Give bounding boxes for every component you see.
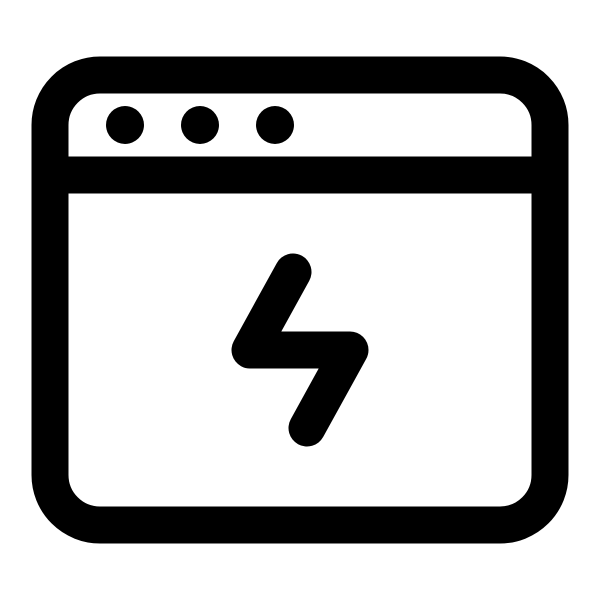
lightning-bolt-icon xyxy=(231,253,369,447)
window-dot-icon xyxy=(181,106,219,144)
window-dot-icon xyxy=(256,106,294,144)
window-controls xyxy=(106,106,294,144)
window-dot-icon xyxy=(106,106,144,144)
icon-canvas xyxy=(0,0,600,600)
browser-window-lightning-icon xyxy=(31,56,569,544)
